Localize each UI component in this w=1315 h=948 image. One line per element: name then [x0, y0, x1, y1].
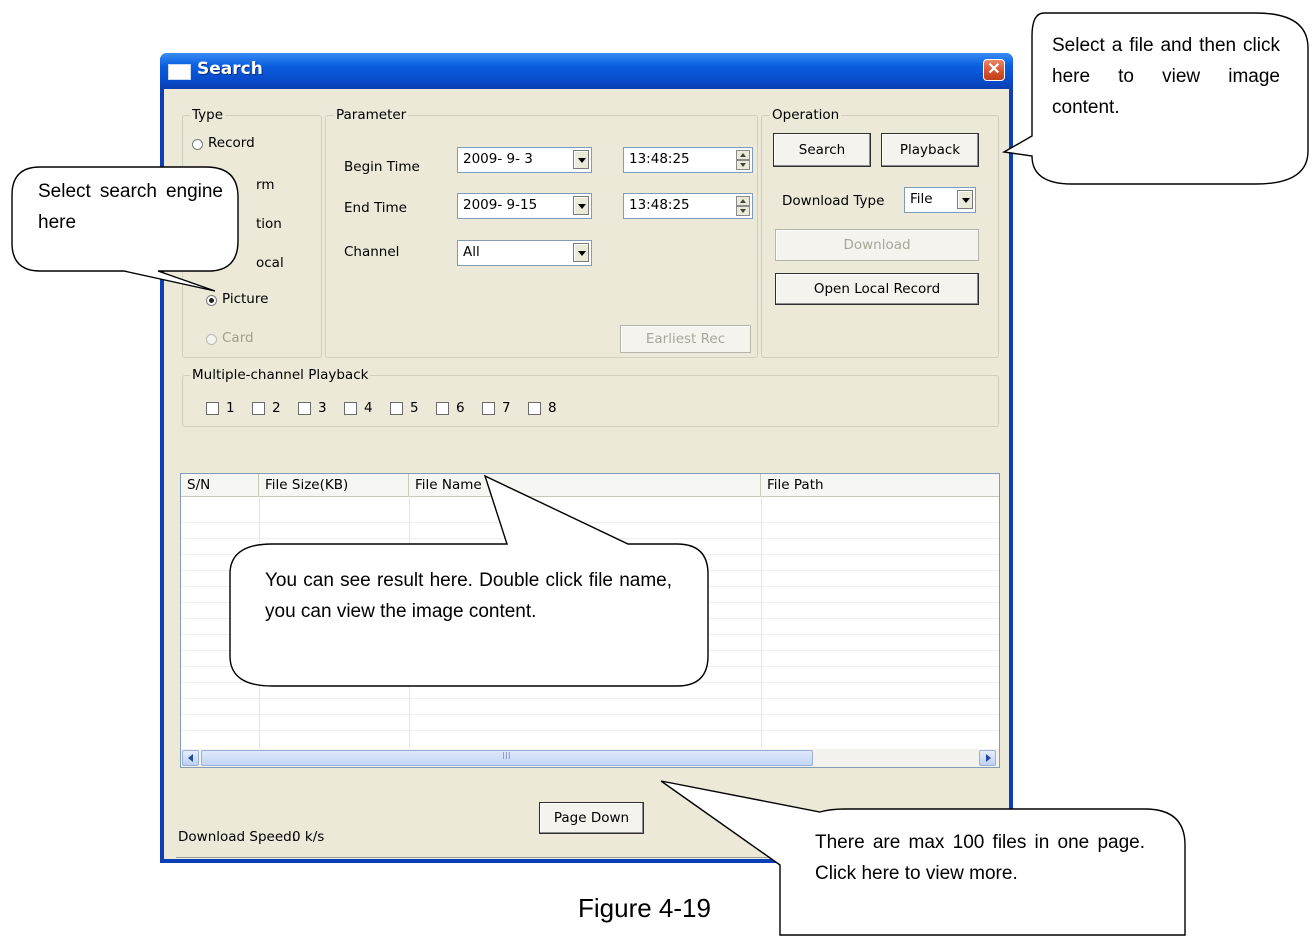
download-type-label: Download Type: [782, 193, 885, 209]
parameter-legend: Parameter: [334, 107, 409, 123]
radio-card-label: Card: [222, 330, 254, 346]
chevron-down-icon[interactable]: [573, 150, 589, 169]
channel-checkbox-label: 5: [410, 400, 419, 416]
scroll-left-icon[interactable]: [182, 750, 199, 766]
radio-card[interactable]: [206, 334, 217, 345]
download-speed-value: 0 k/s: [292, 829, 325, 845]
channel-checkbox-7[interactable]: [482, 402, 495, 415]
channel-checkbox-label: 3: [318, 400, 327, 416]
end-time-spinner[interactable]: 13:48:25: [623, 193, 753, 219]
search-window: Search ✕ Type Record rm tion ocal Pictur…: [160, 53, 1013, 863]
playback-button[interactable]: Playback: [881, 133, 979, 167]
open-local-record-button[interactable]: Open Local Record: [775, 273, 979, 305]
window-icon: [168, 64, 191, 80]
type-legend: Type: [190, 107, 226, 123]
callout-result-text: You can see result here. Double click fi…: [265, 570, 672, 622]
channel-checkbox-label: 1: [226, 400, 235, 416]
spin-up-icon[interactable]: [736, 196, 750, 206]
window-title: Search: [197, 59, 263, 79]
end-date-picker[interactable]: 2009- 9-15: [457, 193, 592, 219]
spin-down-icon[interactable]: [736, 160, 750, 170]
chevron-down-icon[interactable]: [573, 196, 589, 215]
channel-checkbox-label: 8: [548, 400, 557, 416]
scroll-right-icon[interactable]: [979, 750, 996, 766]
channel-checkbox-label: 6: [456, 400, 465, 416]
channel-checkbox-3[interactable]: [298, 402, 311, 415]
begin-date-picker[interactable]: 2009- 9- 3: [457, 147, 592, 173]
channel-select[interactable]: All: [457, 240, 592, 266]
channel-checkbox-4[interactable]: [344, 402, 357, 415]
scroll-grip-icon: III: [502, 751, 511, 762]
channel-checkbox-5[interactable]: [390, 402, 403, 415]
title-bar[interactable]: Search ✕: [160, 53, 1013, 89]
channel-checkbox-6[interactable]: [436, 402, 449, 415]
channel-value: All: [463, 244, 480, 260]
row-divider: [181, 730, 999, 731]
end-time-label: End Time: [344, 200, 407, 216]
begin-clock-value: 13:48:25: [629, 151, 690, 167]
radio-motion-label: tion: [256, 216, 282, 232]
radio-record-label: Record: [208, 135, 255, 151]
operation-legend: Operation: [770, 107, 842, 123]
spin-up-icon[interactable]: [736, 150, 750, 160]
begin-date-value: 2009- 9- 3: [463, 151, 533, 167]
row-divider: [181, 698, 999, 699]
chevron-down-icon[interactable]: [573, 243, 589, 262]
column-header-file-path[interactable]: File Path: [761, 474, 999, 496]
download-type-value: File: [910, 191, 933, 207]
channel-label: Channel: [344, 244, 400, 260]
download-type-select[interactable]: File: [904, 187, 976, 213]
callout-operation-text: Select a file and then click here to vie…: [1052, 35, 1280, 118]
radio-local-label: ocal: [256, 255, 284, 271]
channel-checkbox-8[interactable]: [528, 402, 541, 415]
row-divider: [181, 714, 999, 715]
radio-record[interactable]: [192, 139, 203, 150]
multi-channel-legend: Multiple-channel Playback: [190, 367, 371, 383]
end-date-value: 2009- 9-15: [463, 197, 538, 213]
end-clock-value: 13:48:25: [629, 197, 690, 213]
channel-checkbox-label: 4: [364, 400, 373, 416]
begin-time-spinner[interactable]: 13:48:25: [623, 147, 753, 173]
page-down-button[interactable]: Page Down: [539, 802, 644, 834]
channel-checkbox-1[interactable]: [206, 402, 219, 415]
channel-checkbox-label: 2: [272, 400, 281, 416]
chevron-down-icon[interactable]: [957, 190, 973, 209]
earliest-rec-button[interactable]: Earliest Rec: [620, 325, 751, 353]
spin-down-icon[interactable]: [736, 206, 750, 216]
channel-checkbox-2[interactable]: [252, 402, 265, 415]
callout-engine-text: Select search engine here: [38, 181, 223, 233]
figure-caption: Figure 4-19: [578, 893, 711, 923]
channel-checkbox-label: 7: [502, 400, 511, 416]
radio-alarm-label: rm: [256, 177, 275, 193]
scrollbar-thumb[interactable]: III: [201, 750, 813, 766]
begin-time-label: Begin Time: [344, 159, 420, 175]
callout-page-text: There are max 100 files in one page. Cli…: [815, 832, 1145, 884]
search-button[interactable]: Search: [773, 133, 871, 167]
column-divider: [761, 496, 762, 748]
download-button[interactable]: Download: [775, 229, 979, 261]
download-speed-label: Download Speed:: [178, 829, 297, 845]
